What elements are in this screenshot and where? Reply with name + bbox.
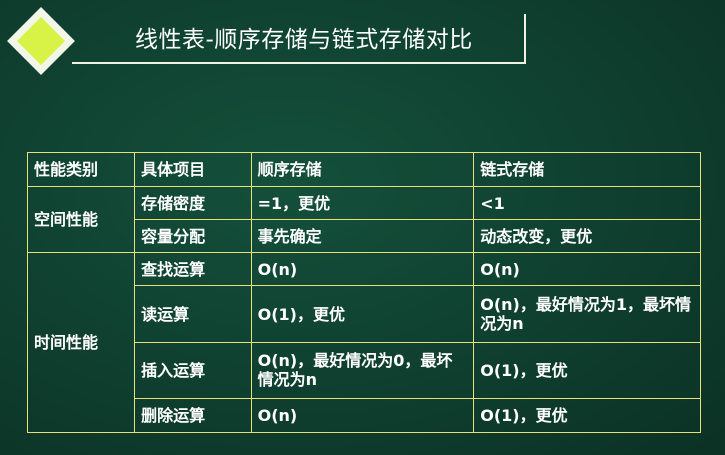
page-title: 线性表-顺序存储与链式存储对比 [135,27,473,53]
header-sequential: 顺序存储 [250,151,475,188]
linked-cell: O(n)，最好情况为1，最坏情况为n [473,285,701,343]
sequential-cell: O(n)，最好情况为0，最坏情况为n [250,341,475,399]
linked-cell: O(1)，更优 [473,341,701,399]
linked-cell: O(n) [473,252,701,287]
sequential-cell: O(1)，更优 [250,285,475,343]
item-cell: 读运算 [134,285,252,343]
table-row: 空间性能 存储密度 =1，更优 <1 [26,186,701,254]
item-cell: 查找运算 [134,252,252,287]
sequential-cell: O(n) [250,252,475,287]
item-cell: 插入运算 [134,341,252,399]
title-diamond-icon [6,6,76,76]
item-cell: 容量分配 [134,219,252,254]
header-linked: 链式存储 [473,151,701,188]
header-item: 具体项目 [134,151,252,188]
item-cell: 删除运算 [134,397,252,434]
category-cell: 时间性能 [26,252,136,433]
item-cell: 存储密度 [134,186,252,221]
sequential-cell: =1，更优 [250,186,475,221]
table-row: 时间性能 查找运算 O(n) O(n) [26,252,701,433]
header-category: 性能类别 [26,151,136,188]
sequential-cell: O(n) [250,397,475,434]
category-cell: 空间性能 [26,186,136,254]
linked-cell: 动态改变，更优 [473,219,701,254]
linked-cell: <1 [473,186,701,221]
comparison-table: 性能类别 具体项目 顺序存储 链式存储 空间性能 存储密度 =1，更优 <1 容… [26,151,701,434]
linked-cell: O(1)，更优 [473,397,701,434]
sequential-cell: 事先确定 [250,219,475,254]
table-header-row: 性能类别 具体项目 顺序存储 链式存储 [26,151,701,188]
